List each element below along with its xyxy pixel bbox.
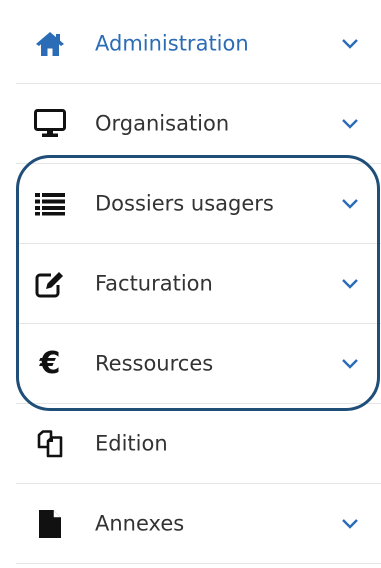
menu-item-organisation[interactable]: Organisation xyxy=(16,84,381,164)
menu-item-label: Ressources xyxy=(95,351,214,376)
euro-icon: € xyxy=(39,345,61,381)
chevron-down-icon[interactable] xyxy=(341,358,359,370)
copy-icon xyxy=(34,428,66,460)
chevron-down-icon[interactable] xyxy=(341,118,359,130)
monitor-icon xyxy=(34,108,66,140)
chevron-down-icon[interactable] xyxy=(341,198,359,210)
menu-item-label: Facturation xyxy=(95,271,213,296)
home-icon xyxy=(34,28,66,60)
menu-item-label: Administration xyxy=(95,31,249,56)
chevron-down-icon[interactable] xyxy=(341,38,359,50)
chevron-down-icon[interactable] xyxy=(341,518,359,530)
sidebar-menu: Administration Organisation Dossiers usa… xyxy=(0,0,381,568)
menu-item-administration[interactable]: Administration xyxy=(16,4,381,84)
menu-item-label: Organisation xyxy=(95,111,230,136)
menu-item-edition[interactable]: Edition xyxy=(16,404,381,484)
menu-item-dossiers-usagers[interactable]: Dossiers usagers xyxy=(16,164,381,244)
menu-item-ressources[interactable]: € Ressources xyxy=(16,324,381,404)
menu-item-facturation[interactable]: Facturation xyxy=(16,244,381,324)
chevron-down-icon[interactable] xyxy=(341,278,359,290)
edit-icon xyxy=(34,268,66,300)
menu-item-label: Edition xyxy=(95,431,168,456)
list-icon xyxy=(34,188,66,220)
menu-item-label: Dossiers usagers xyxy=(95,191,274,216)
menu-item-annexes[interactable]: Annexes xyxy=(16,484,381,564)
menu-item-label: Annexes xyxy=(95,511,185,536)
file-icon xyxy=(34,508,66,540)
